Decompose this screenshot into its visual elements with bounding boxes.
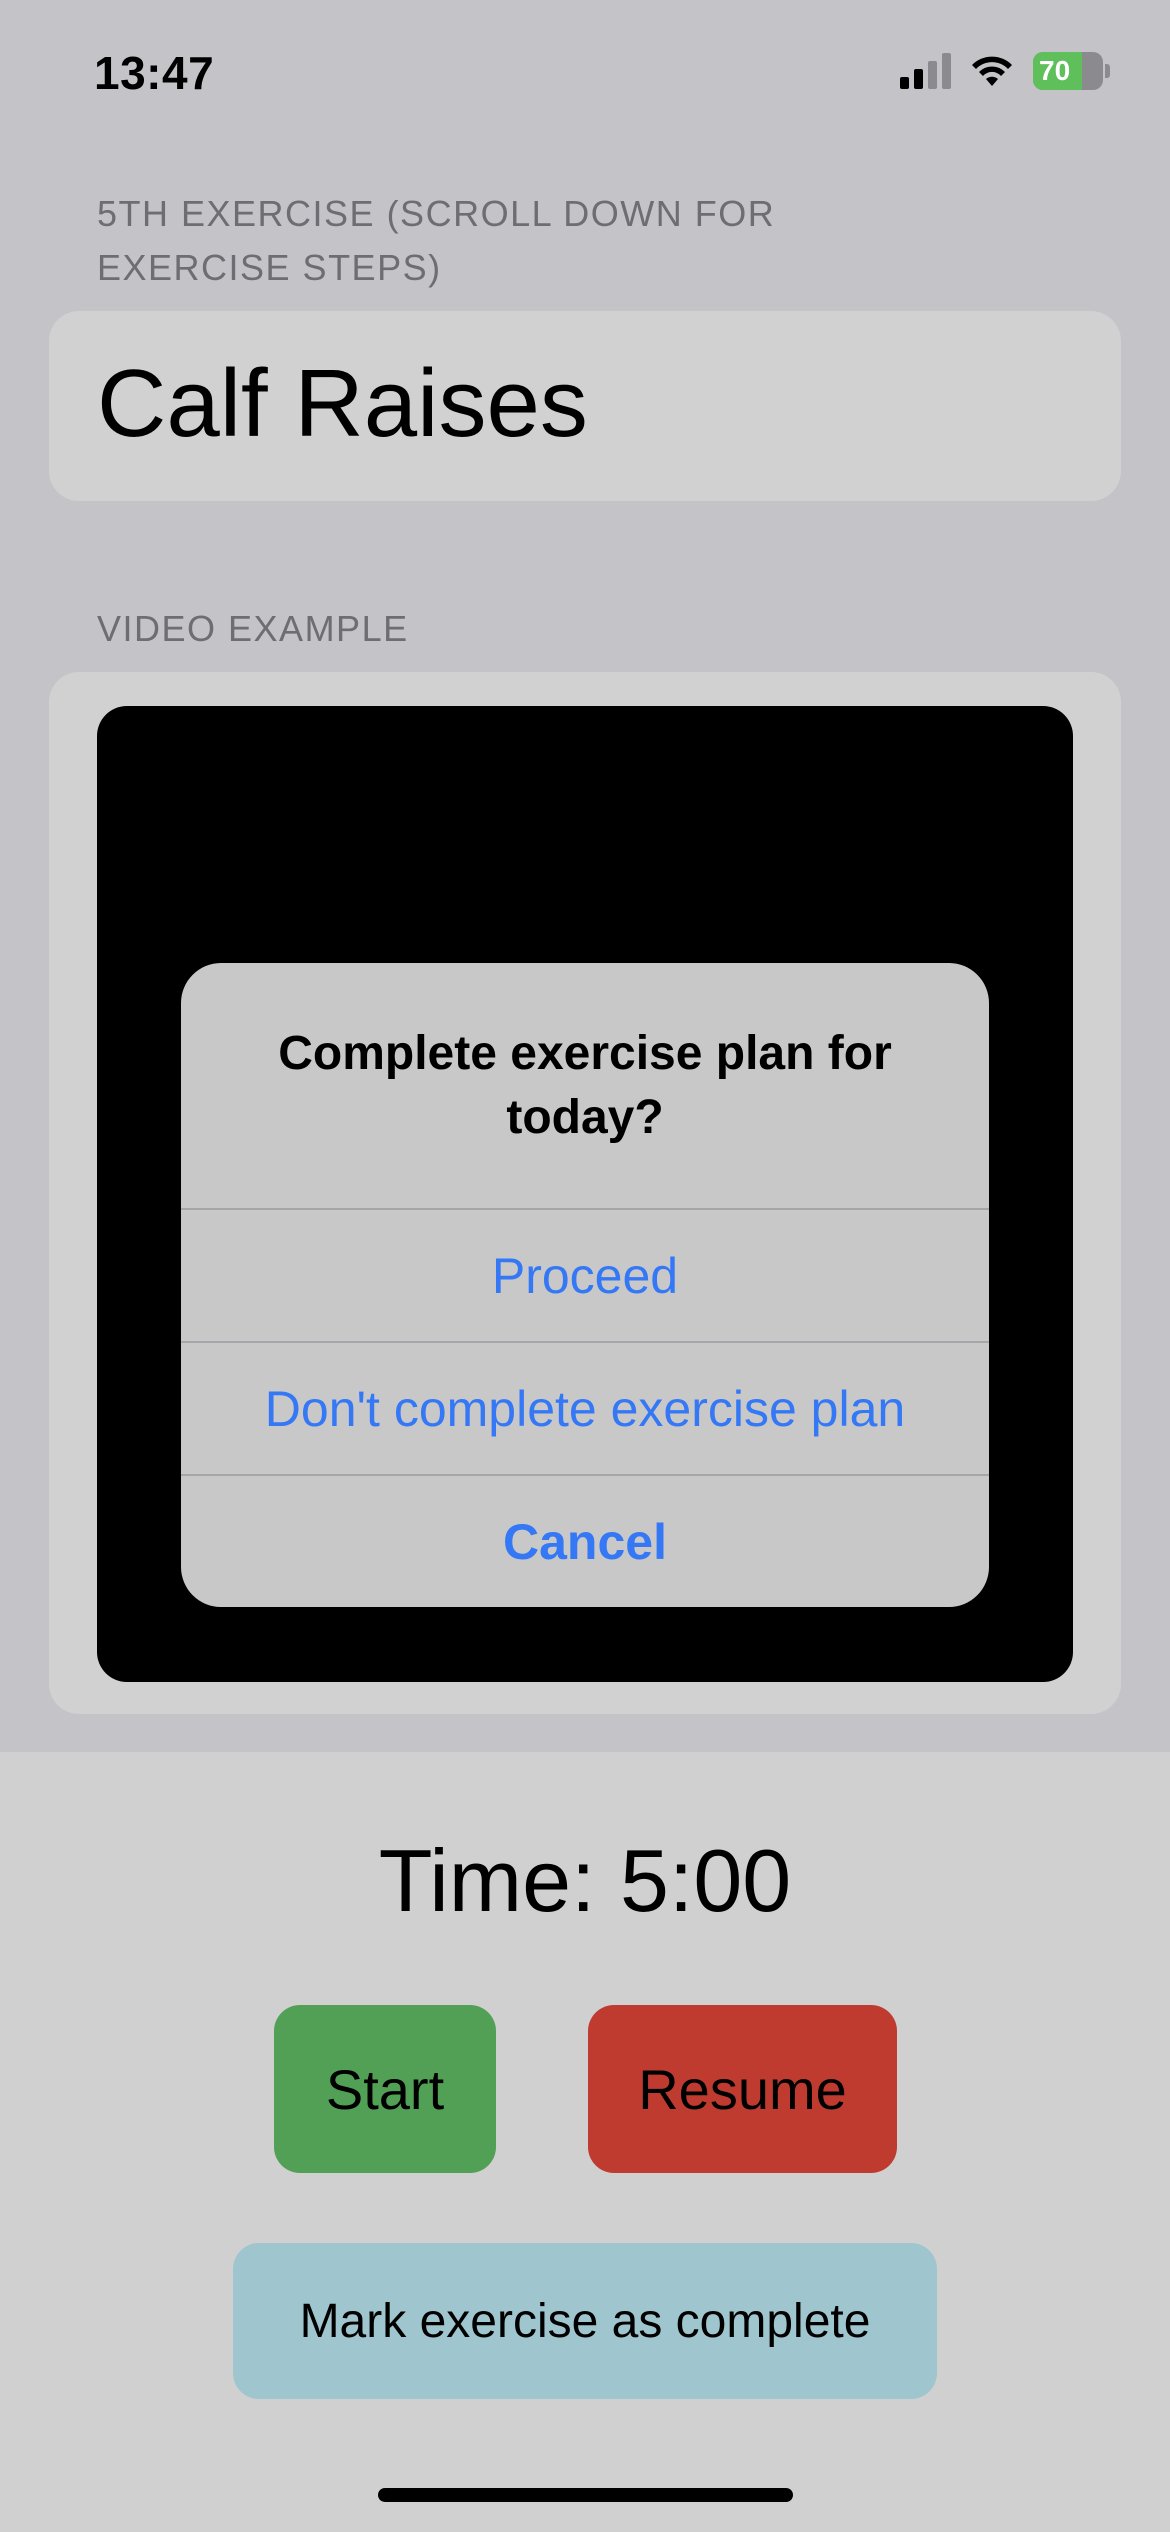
battery-icon: 70: [1033, 52, 1103, 90]
alert-cancel-button[interactable]: Cancel: [181, 1474, 989, 1607]
status-time: 13:47: [94, 47, 215, 99]
start-button[interactable]: Start: [274, 2005, 496, 2173]
resume-button[interactable]: Resume: [588, 2005, 897, 2173]
wifi-icon: [972, 56, 1012, 86]
exercise-caption: 5TH EXERCISE (SCROLL DOWN FOR EXERCISE S…: [97, 193, 776, 288]
timer-label: Time: 5:00: [378, 1831, 792, 1930]
alert-dont-complete-button[interactable]: Don't complete exercise plan: [181, 1341, 989, 1474]
exercise-name: Calf Raises: [97, 350, 588, 457]
video-caption: VIDEO EXAMPLE: [97, 608, 409, 649]
battery-cap: [1105, 64, 1110, 78]
exercise-name-card: Calf Raises: [49, 311, 1121, 501]
mark-complete-button[interactable]: Mark exercise as complete: [233, 2243, 937, 2399]
home-indicator[interactable]: [378, 2488, 793, 2502]
status-icons: 70: [900, 52, 1110, 90]
cellular-signal-icon: [900, 53, 951, 89]
alert-title: Complete exercise plan for today?: [278, 1026, 892, 1144]
confirm-alert: Complete exercise plan for today? Procee…: [181, 963, 989, 1607]
battery-level: 70: [1039, 55, 1071, 86]
alert-proceed-button[interactable]: Proceed: [181, 1208, 989, 1341]
